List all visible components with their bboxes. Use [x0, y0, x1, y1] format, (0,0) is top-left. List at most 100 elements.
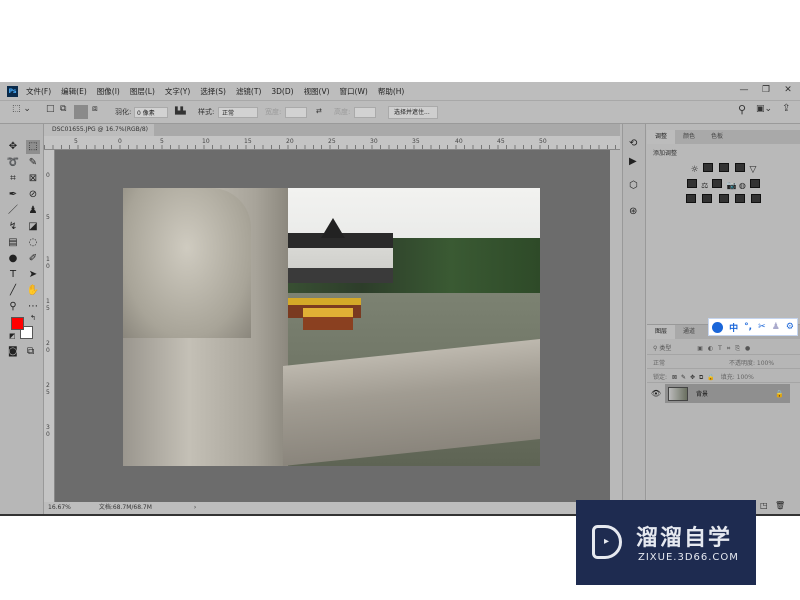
antialias-icon[interactable]: ▙▙ [175, 107, 186, 115]
new-layer-icon[interactable]: ◳ [760, 501, 768, 510]
stamp-tool-icon[interactable]: ♟ [26, 204, 40, 218]
status-menu-arrow[interactable]: › [194, 504, 196, 511]
tab-layers[interactable]: 图层 [647, 325, 676, 339]
ime-chinese-mode[interactable]: 中 [729, 321, 738, 334]
menu-filter[interactable]: 滤镜(T) [236, 86, 261, 97]
foreground-color-fill[interactable] [11, 317, 24, 330]
menu-view[interactable]: 视图(V) [304, 86, 330, 97]
restore-button[interactable]: ❐ [755, 82, 777, 98]
threshold-icon[interactable] [718, 194, 729, 203]
line-tool-icon[interactable]: ╱ [6, 284, 20, 298]
properties-icon[interactable]: ⊛ [629, 206, 637, 217]
visibility-eye-icon[interactable]: 👁 [647, 389, 665, 398]
width-input[interactable] [285, 107, 307, 118]
healing-tool-icon[interactable]: ⊘ [26, 188, 40, 202]
menu-type[interactable]: 文字(Y) [165, 86, 190, 97]
move-tool-icon[interactable]: ✥ [6, 140, 20, 154]
pen-tool-icon[interactable]: ✐ [26, 252, 40, 266]
add-selection-icon[interactable]: ⧉ [60, 104, 66, 114]
share-icon[interactable]: ⇪ [782, 103, 790, 114]
quick-mask-icon[interactable]: ◙ [8, 346, 18, 357]
swap-colors-icon[interactable]: ↰ [30, 314, 36, 322]
ime-scissors-icon[interactable]: ✂ [758, 322, 766, 332]
eyedropper-tool-icon[interactable]: ✒ [6, 188, 20, 202]
color-balance-icon[interactable]: ⚖ [701, 181, 708, 190]
lock-icons[interactable]: ⊠✎✥⧉🔒 [672, 374, 719, 381]
blend-mode-select[interactable]: 正常 [653, 360, 665, 367]
minimize-button[interactable]: — [733, 82, 755, 98]
layer-filter-select[interactable]: 类型 [659, 345, 671, 352]
layer-filter-icons[interactable]: ▣◐T⌗⎘● [697, 345, 755, 352]
zoom-level[interactable]: 16.67% [48, 504, 71, 511]
document-tab[interactable]: DSC01655.JPG @ 16.7%(RGB/8) × [44, 124, 154, 145]
type-tool-icon[interactable]: T [6, 268, 20, 282]
ime-skin-icon[interactable]: ♟ [772, 322, 780, 332]
selective-color-icon[interactable] [734, 194, 745, 203]
lasso-tool-icon[interactable]: ➰ [6, 156, 20, 170]
zoom-tool-icon[interactable]: ⚲ [6, 300, 20, 314]
levels-icon[interactable] [702, 163, 713, 172]
ime-settings-icon[interactable]: ⚙ [786, 322, 794, 332]
style-select[interactable]: 正常 [218, 107, 258, 118]
marquee-tool-icon[interactable]: ⬚ [26, 140, 40, 154]
more-tools-icon[interactable]: ⋯ [26, 300, 40, 314]
subtract-selection-icon[interactable] [74, 105, 88, 119]
ime-user-icon[interactable] [712, 321, 724, 333]
brush-tool-icon[interactable]: ／ [6, 204, 20, 218]
brightness-icon[interactable]: ☼ [691, 165, 699, 175]
canvas-area[interactable] [55, 150, 610, 502]
gradient-tool-icon[interactable]: ▤ [6, 236, 20, 250]
gradient-map-icon[interactable] [750, 194, 761, 203]
document-image[interactable] [123, 188, 540, 466]
menu-window[interactable]: 窗口(W) [340, 86, 368, 97]
select-and-mask-button[interactable]: 选择并遮住... [388, 106, 438, 119]
menu-layer[interactable]: 图层(L) [130, 86, 155, 97]
close-button[interactable]: ✕ [777, 82, 799, 98]
tab-adjustments[interactable]: 调整 [647, 130, 676, 144]
posterize-icon[interactable] [702, 194, 713, 203]
menu-edit[interactable]: 编辑(E) [61, 86, 87, 97]
workspace-icon[interactable]: ▣⌄ [756, 104, 772, 114]
delete-layer-icon[interactable]: 🗑 [775, 501, 785, 510]
actions-play-icon[interactable]: ▶ [629, 156, 637, 167]
history-brush-icon[interactable]: ↯ [6, 220, 20, 234]
swap-icon[interactable]: ⇄ [316, 107, 322, 115]
tab-color[interactable]: 颜色 [675, 130, 703, 144]
eraser-tool-icon[interactable]: ◪ [26, 220, 40, 234]
vibrance-icon[interactable]: ▽ [750, 165, 757, 175]
black-white-icon[interactable] [712, 179, 723, 188]
hue-saturation-icon[interactable] [686, 179, 697, 188]
opacity-input[interactable]: 100% [757, 360, 774, 367]
photo-filter-icon[interactable]: 📷 [727, 181, 737, 190]
menu-file[interactable]: 文件(F) [26, 86, 51, 97]
fill-input[interactable]: 100% [737, 374, 754, 381]
hand-tool-icon[interactable]: ✋ [26, 284, 40, 298]
new-selection-icon[interactable]: □ [46, 104, 55, 114]
tab-swatches[interactable]: 色板 [703, 130, 731, 144]
blur-tool-icon[interactable]: ◌ [26, 236, 40, 250]
3d-cube-icon[interactable]: ⬡ [629, 180, 638, 191]
frame-tool-icon[interactable]: ⊠ [26, 172, 40, 186]
menu-help[interactable]: 帮助(H) [378, 86, 405, 97]
menu-image[interactable]: 图像(I) [97, 86, 120, 97]
quick-select-tool-icon[interactable]: ✎ [26, 156, 40, 170]
search-icon[interactable]: ⚲ [738, 103, 746, 116]
exposure-icon[interactable] [735, 163, 746, 172]
ime-punctuation-icon[interactable]: °, [744, 322, 752, 332]
menu-select[interactable]: 选择(S) [200, 86, 226, 97]
height-input[interactable] [354, 107, 376, 118]
tab-channels[interactable]: 通道 [675, 325, 703, 339]
screen-mode-icon[interactable]: ⧉ [27, 346, 34, 357]
channel-mixer-icon[interactable]: ◍ [739, 181, 746, 190]
path-select-tool-icon[interactable]: ➤ [26, 268, 40, 282]
intersect-selection-icon[interactable]: ⧈ [92, 104, 98, 114]
curves-icon[interactable] [719, 163, 730, 172]
invert-icon[interactable] [686, 194, 697, 203]
marquee-preset-icon[interactable]: ⬚ ⌄ [12, 104, 31, 114]
color-lookup-icon[interactable] [750, 179, 761, 188]
menu-3d[interactable]: 3D(D) [271, 87, 293, 96]
dodge-tool-icon[interactable]: ● [6, 252, 20, 266]
history-icon[interactable]: ⟲ [629, 138, 637, 149]
default-colors-icon[interactable]: ◩ [9, 332, 16, 340]
layer-row[interactable]: 👁 背景 🔒 [647, 384, 800, 403]
